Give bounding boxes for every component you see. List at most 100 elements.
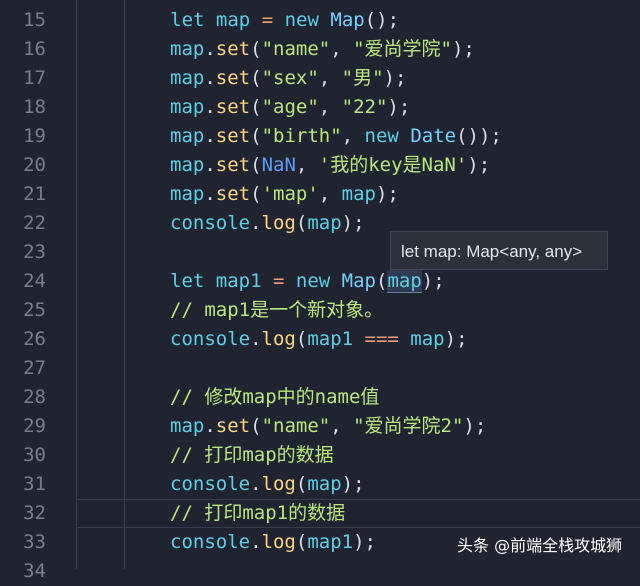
line-number: 25 xyxy=(23,299,46,321)
code-text[interactable]: let map = new Map(); xyxy=(124,6,399,35)
code-text[interactable]: map.set("name", "爱尚学院2"); xyxy=(170,412,486,441)
code-token: map1 xyxy=(204,270,273,292)
code-token: , xyxy=(330,38,354,60)
code-line[interactable]: 24 let map1 = new Map(map); xyxy=(0,267,640,296)
hover-tooltip: let map: Map<any, any> xyxy=(390,231,608,270)
line-number: 31 xyxy=(23,473,46,495)
code-token: ); xyxy=(451,38,475,60)
code-token: , xyxy=(330,415,354,437)
code-line[interactable]: 27 xyxy=(0,354,640,383)
code-token: console xyxy=(170,328,251,350)
line-number: 34 xyxy=(23,560,46,582)
line-number: 23 xyxy=(23,241,46,263)
code-token: ); xyxy=(467,154,491,176)
code-token: ( xyxy=(250,415,262,437)
code-text[interactable]: console.log(map); xyxy=(170,209,365,238)
code-text[interactable]: map.set("birth", new Date()); xyxy=(170,122,502,151)
code-text[interactable]: map.set("age", "22"); xyxy=(170,93,410,122)
code-line[interactable]: 29 map.set("name", "爱尚学院2"); xyxy=(0,412,640,441)
code-line[interactable]: 15 let map = new Map(); xyxy=(0,6,640,35)
code-token: // 打印map1的数据 xyxy=(170,502,346,524)
code-text[interactable]: let map1 = new Map(map); xyxy=(170,267,445,296)
line-number: 16 xyxy=(23,38,46,60)
code-token: map xyxy=(204,9,262,31)
code-token: . xyxy=(250,473,262,495)
code-line[interactable]: 18 map.set("age", "22"); xyxy=(0,93,640,122)
code-line[interactable]: 34 xyxy=(0,557,640,586)
code-token: map xyxy=(170,125,205,147)
code-token: Map xyxy=(330,9,365,31)
code-token: ( xyxy=(295,473,308,495)
code-token: log xyxy=(261,328,296,350)
line-number: 28 xyxy=(23,386,46,408)
code-token: . xyxy=(204,183,216,205)
code-token: . xyxy=(204,125,216,147)
code-text[interactable]: console.log(map1 === map); xyxy=(170,325,468,354)
line-number: 29 xyxy=(23,415,46,437)
code-line[interactable]: 31 console.log(map); xyxy=(0,470,640,499)
code-line[interactable]: 21 map.set('map', map); xyxy=(0,180,640,209)
code-line[interactable]: 26 console.log(map1 === map); xyxy=(0,325,640,354)
code-token: map xyxy=(307,473,342,495)
code-line[interactable]: 30 // 打印map的数据 xyxy=(0,441,640,470)
code-text[interactable]: // 打印map1的数据 xyxy=(170,499,345,528)
line-number: 22 xyxy=(23,212,46,234)
code-token: '我的key是NaN' xyxy=(318,154,468,176)
code-token: ( xyxy=(250,38,262,60)
code-line[interactable]: 17 map.set("sex", "男"); xyxy=(0,64,640,93)
code-text[interactable]: // 修改map中的name值 xyxy=(170,383,379,412)
code-token: ( xyxy=(250,125,262,147)
code-editor[interactable]: 15 let map = new Map(); 16 map.set("name",… xyxy=(0,0,640,582)
code-token: , xyxy=(295,154,319,176)
code-token: ); xyxy=(341,473,365,495)
code-text[interactable]: map.set(NaN, '我的key是NaN'); xyxy=(170,151,490,180)
code-token: map1 xyxy=(307,328,365,350)
code-token: // 修改map中的name值 xyxy=(170,386,380,408)
code-token: ( xyxy=(250,67,262,89)
code-text[interactable]: // 打印map的数据 xyxy=(170,441,334,470)
code-token: "爱尚学院" xyxy=(353,38,452,60)
code-token: ); xyxy=(353,531,376,553)
code-token: log xyxy=(261,531,296,553)
watermark: 头条 @前端全栈攻城狮 xyxy=(457,536,623,555)
code-token: ( xyxy=(375,270,388,292)
code-line[interactable]: 25 // map1是一个新对象。 xyxy=(0,296,640,325)
code-token: map xyxy=(410,328,445,350)
code-token: ( xyxy=(250,154,262,176)
code-token: . xyxy=(204,415,216,437)
code-line[interactable]: 32 // 打印map1的数据 xyxy=(0,499,640,528)
code-token: set xyxy=(215,183,251,205)
code-token: "birth" xyxy=(261,125,342,147)
code-token: set xyxy=(215,38,251,60)
code-text[interactable]: map.set('map', map); xyxy=(170,180,399,209)
code-token: "22" xyxy=(341,96,388,118)
code-token: console xyxy=(170,531,251,553)
code-token: "sex" xyxy=(261,67,319,89)
code-token: , xyxy=(318,96,342,118)
code-text[interactable]: console.log(map1); xyxy=(170,528,376,557)
code-line[interactable]: 28 // 修改map中的name值 xyxy=(0,383,640,412)
line-number: 21 xyxy=(23,183,46,205)
code-text[interactable]: map.set("sex", "男"); xyxy=(170,64,406,93)
code-token: , xyxy=(341,125,365,147)
code-token: ); xyxy=(383,67,407,89)
code-text[interactable]: console.log(map); xyxy=(170,470,365,499)
code-token: = xyxy=(272,270,285,292)
code-token: . xyxy=(204,154,216,176)
code-text[interactable]: // map1是一个新对象。 xyxy=(170,296,383,325)
code-token: ( xyxy=(250,183,262,205)
code-token: let xyxy=(170,9,205,31)
code-line[interactable]: 20 map.set(NaN, '我的key是NaN'); xyxy=(0,151,640,180)
code-token: = xyxy=(261,9,274,31)
code-line[interactable]: 19 map.set("birth", new Date()); xyxy=(0,122,640,151)
code-line[interactable]: 16 map.set("name", "爱尚学院"); xyxy=(0,35,640,64)
line-number: 18 xyxy=(23,96,46,118)
code-text[interactable]: map.set("name", "爱尚学院"); xyxy=(170,35,475,64)
code-token: ); xyxy=(444,328,468,350)
code-token: log xyxy=(261,473,296,495)
